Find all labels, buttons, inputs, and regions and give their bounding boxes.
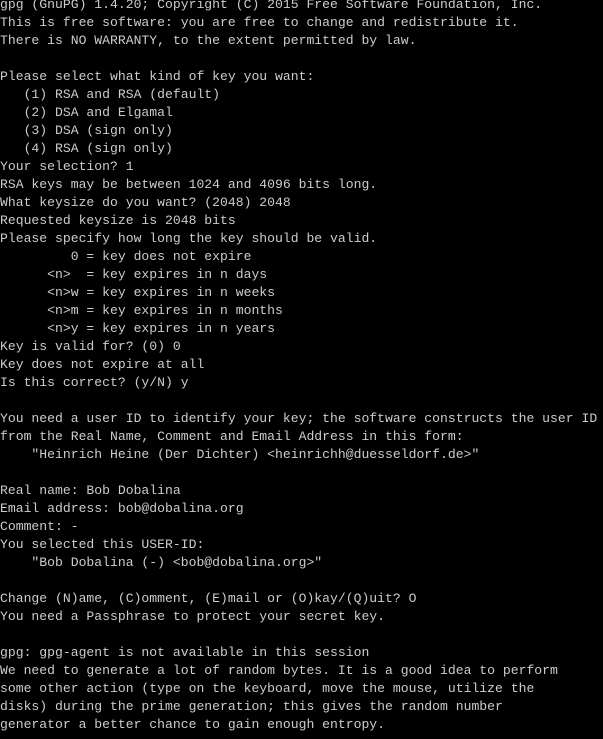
terminal-line: Real name: Bob Dobalina bbox=[0, 483, 181, 498]
terminal-line: "Bob Dobalina (-) <bob@dobalina.org>" bbox=[0, 555, 323, 570]
terminal-line: <n> = key expires in n days bbox=[0, 267, 268, 282]
terminal-line: You need a user ID to identify your key;… bbox=[0, 411, 598, 426]
terminal-line: (2) DSA and Elgamal bbox=[0, 105, 173, 120]
terminal-line: This is free software: you are free to c… bbox=[0, 15, 519, 30]
terminal-line: (4) RSA (sign only) bbox=[0, 141, 173, 156]
terminal-line: Please specify how long the key should b… bbox=[0, 231, 378, 246]
terminal-line: <n>y = key expires in n years bbox=[0, 321, 276, 336]
terminal-line: gpg: gpg-agent is not available in this … bbox=[0, 645, 370, 660]
terminal-line: some other action (type on the keyboard,… bbox=[0, 681, 535, 696]
terminal-line: gpg (GnuPG) 1.4.20; Copyright (C) 2015 F… bbox=[0, 0, 543, 12]
terminal-line: disks) during the prime generation; this… bbox=[0, 699, 503, 714]
terminal-line: (3) DSA (sign only) bbox=[0, 123, 173, 138]
terminal-line: Change (N)ame, (C)omment, (E)mail or (O)… bbox=[0, 591, 417, 606]
terminal-line: Your selection? 1 bbox=[0, 159, 134, 174]
terminal-line: There is NO WARRANTY, to the extent perm… bbox=[0, 33, 417, 48]
terminal-line: "Heinrich Heine (Der Dichter) <heinrichh… bbox=[0, 447, 480, 462]
terminal-line: 0 = key does not expire bbox=[0, 249, 252, 264]
terminal-line: <n>m = key expires in n months bbox=[0, 303, 283, 318]
terminal-line: Key is valid for? (0) 0 bbox=[0, 339, 181, 354]
terminal-line: Requested keysize is 2048 bits bbox=[0, 213, 236, 228]
terminal-line: Email address: bob@dobalina.org bbox=[0, 501, 244, 516]
terminal-line: What keysize do you want? (2048) 2048 bbox=[0, 195, 291, 210]
terminal-line: generator a better chance to gain enough… bbox=[0, 717, 386, 732]
terminal-line: Comment: - bbox=[0, 519, 79, 534]
terminal-line: Please select what kind of key you want: bbox=[0, 69, 315, 84]
terminal-line: RSA keys may be between 1024 and 4096 bi… bbox=[0, 177, 378, 192]
terminal-line: from the Real Name, Comment and Email Ad… bbox=[0, 429, 464, 444]
terminal-line: You selected this USER-ID: bbox=[0, 537, 205, 552]
terminal-line: (1) RSA and RSA (default) bbox=[0, 87, 221, 102]
terminal-line: Key does not expire at all bbox=[0, 357, 205, 372]
terminal-line: You need a Passphrase to protect your se… bbox=[0, 609, 386, 624]
terminal-line: We need to generate a lot of random byte… bbox=[0, 663, 558, 678]
terminal-line: Is this correct? (y/N) y bbox=[0, 375, 189, 390]
terminal-output[interactable]: gpg (GnuPG) 1.4.20; Copyright (C) 2015 F… bbox=[0, 0, 603, 734]
terminal-line: <n>w = key expires in n weeks bbox=[0, 285, 276, 300]
